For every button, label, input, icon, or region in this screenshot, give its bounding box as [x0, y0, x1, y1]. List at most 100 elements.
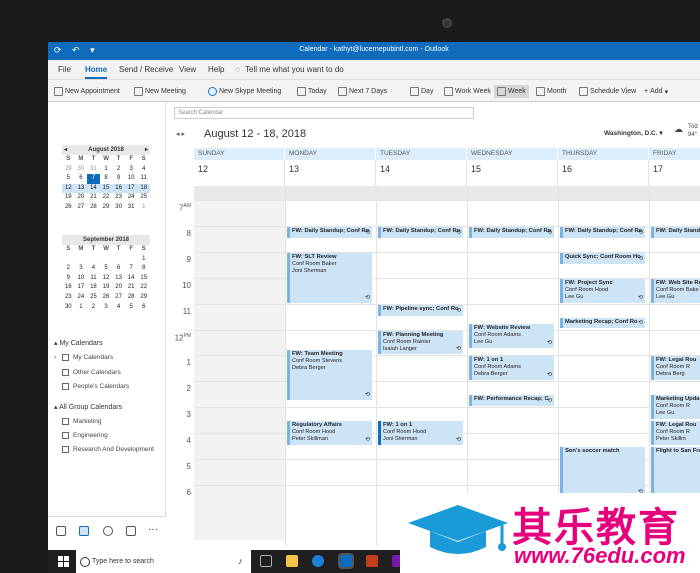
- mini-calendar-day[interactable]: 1: [137, 203, 150, 213]
- my-calendars-header[interactable]: ▴ My Calendars: [54, 339, 103, 347]
- prev-month-icon[interactable]: ◂: [62, 145, 67, 155]
- group-calendars-header[interactable]: ▴ All Group Calendars: [54, 403, 122, 411]
- day-header[interactable]: WEDNESDAY: [467, 148, 558, 160]
- mini-calendar-day[interactable]: 17: [75, 283, 88, 293]
- group-checkbox-rnd[interactable]: Research And Development: [62, 446, 154, 453]
- windows-start-icon[interactable]: [58, 556, 69, 567]
- tasks-icon[interactable]: [126, 526, 136, 536]
- menu-home[interactable]: Home: [85, 65, 108, 79]
- mini-calendar-day[interactable]: 2: [62, 264, 75, 274]
- calendar-event[interactable]: Marketing Recap; Conf Ro ⟲: [560, 317, 645, 329]
- calendar-event[interactable]: FW: Website Review Conf Room Adams Lee Gu ⟲: [469, 324, 554, 348]
- mini-calendar-day[interactable]: 12: [62, 184, 75, 194]
- day-number[interactable]: 17: [649, 160, 700, 186]
- mini-calendar-day[interactable]: 1: [137, 255, 150, 265]
- mini-calendar-day[interactable]: 26: [100, 293, 113, 303]
- new-skype-button[interactable]: New Skype Meeting: [208, 85, 281, 98]
- calendar-event[interactable]: FW: Planning Meeting Conf Room Rainier Isa…: [378, 330, 463, 355]
- calendar-event[interactable]: FW: Daily Standup; Conf Ro⟲: [287, 226, 372, 238]
- mini-calendar-day[interactable]: 30: [112, 203, 125, 213]
- day-header[interactable]: SUNDAY: [194, 148, 285, 160]
- mini-calendar-day[interactable]: 14: [125, 274, 138, 284]
- mini-calendar-day[interactable]: 31: [87, 165, 100, 175]
- mini-calendar-day[interactable]: 5: [62, 174, 75, 184]
- mini-calendar-day[interactable]: 9: [112, 174, 125, 184]
- mini-calendar-day[interactable]: 21: [125, 283, 138, 293]
- calendar-event[interactable]: Son's soccer match ⟲: [560, 447, 645, 497]
- mini-calendar-day[interactable]: 29: [137, 293, 150, 303]
- calendar-event[interactable]: FW: Daily Standup; Conf Ro⟲: [378, 226, 463, 238]
- weather-location[interactable]: Washington, D.C. ▾: [604, 129, 663, 137]
- nav-arrows-icon[interactable]: ◂ ▸: [176, 130, 185, 138]
- mini-calendar-day[interactable]: 18: [87, 283, 100, 293]
- calendar-event[interactable]: FW: Legal RouConf Room RDebra Berg⟲: [651, 356, 700, 381]
- mini-calendar-day[interactable]: 26: [62, 203, 75, 213]
- mini-calendar-day[interactable]: 19: [62, 193, 75, 203]
- mini-calendar-day[interactable]: 20: [75, 193, 88, 203]
- mini-calendar-day[interactable]: [100, 255, 113, 265]
- calendar-event[interactable]: FW: Daily Standup; Conf Ro⟲: [560, 226, 645, 238]
- mini-calendar-day[interactable]: [125, 255, 138, 265]
- mini-calendar-day[interactable]: [75, 255, 88, 265]
- tell-me-box[interactable]: Tell me what you want to do: [245, 65, 344, 74]
- checkbox[interactable]: [62, 369, 69, 376]
- calendar-event[interactable]: FW: Project Sync Conf Room Hood Lee Gu ⟲: [560, 278, 645, 303]
- new-appointment-button[interactable]: New Appointment: [54, 85, 120, 98]
- mini-calendar-day[interactable]: 4: [112, 303, 125, 313]
- calendar-nav-icon[interactable]: [79, 526, 89, 536]
- day-number[interactable]: 14: [376, 160, 467, 186]
- today-button[interactable]: Today: [297, 85, 327, 98]
- mini-calendar-day[interactable]: 2: [87, 303, 100, 313]
- calendar-checkbox-other[interactable]: Other Calendars: [62, 369, 121, 376]
- checkbox[interactable]: [62, 446, 69, 453]
- mini-calendar-day[interactable]: 31: [125, 203, 138, 213]
- calendar-checkbox-people[interactable]: People's Calendars: [62, 383, 129, 390]
- mini-calendar-day[interactable]: 17: [125, 184, 138, 194]
- mini-calendar-day[interactable]: 10: [75, 274, 88, 284]
- mini-calendar-day[interactable]: [87, 255, 100, 265]
- mini-calendar-day[interactable]: 25: [137, 193, 150, 203]
- file-explorer-icon[interactable]: [286, 555, 298, 567]
- mini-calendar-day[interactable]: 25: [87, 293, 100, 303]
- week-view-button[interactable]: Week: [494, 85, 529, 98]
- calendar-event[interactable]: FW: Team Meeting Conf Room Stevens Debra B…: [287, 349, 372, 400]
- work-week-button[interactable]: Work Week: [444, 85, 491, 98]
- mini-calendar-day[interactable]: 3: [75, 264, 88, 274]
- mini-calendar-day[interactable]: 18: [137, 184, 150, 194]
- calendar-event[interactable]: FW: Web Site ReConf Room BakeLee Gu⟲: [651, 278, 700, 303]
- mini-calendar-day[interactable]: 12: [100, 274, 113, 284]
- mini-calendar-day[interactable]: 27: [75, 203, 88, 213]
- mini-calendar-day[interactable]: 27: [112, 293, 125, 303]
- calendar-event[interactable]: Marketing UpdaConf Room RLee Gu⟲: [651, 395, 700, 420]
- mini-calendar-day[interactable]: 4: [87, 264, 100, 274]
- mini-calendar-day[interactable]: 8: [137, 264, 150, 274]
- more-icon[interactable]: ···: [148, 524, 158, 535]
- mini-calendar-day[interactable]: 15: [137, 274, 150, 284]
- new-meeting-button[interactable]: New Meeting: [134, 85, 186, 98]
- calendar-event[interactable]: FW: Legal RouConf Room RPeter Skillm⟲: [651, 421, 700, 446]
- mail-icon[interactable]: [56, 526, 66, 536]
- search-calendar-input[interactable]: Search Calendar: [174, 107, 474, 119]
- mini-calendar-day[interactable]: 5: [125, 303, 138, 313]
- calendar-event[interactable]: FW: Daily Standup; Conf Ro⟲: [651, 226, 700, 238]
- day-view-button[interactable]: Day: [410, 85, 433, 98]
- mini-calendar-day[interactable]: 20: [112, 283, 125, 293]
- schedule-view-button[interactable]: Schedule View: [579, 85, 636, 98]
- mini-calendar-day[interactable]: 9: [62, 274, 75, 284]
- mini-calendar-day[interactable]: 23: [112, 193, 125, 203]
- group-checkbox-engineering[interactable]: Engineering: [62, 432, 108, 439]
- mini-calendar-day[interactable]: 13: [75, 184, 88, 194]
- taskbar-search[interactable]: Type here to search: [76, 550, 251, 573]
- next-7-days-button[interactable]: Next 7 Days: [338, 85, 387, 98]
- group-checkbox-marketing[interactable]: Marketing: [62, 418, 102, 425]
- mini-calendar-day[interactable]: 1: [75, 303, 88, 313]
- mini-calendar-day[interactable]: 15: [100, 184, 113, 194]
- mini-calendar-day[interactable]: 30: [75, 165, 88, 175]
- next-month-icon[interactable]: ▸: [145, 145, 150, 155]
- mini-calendar-day[interactable]: 7: [87, 174, 100, 184]
- mini-calendar-day[interactable]: 3: [125, 165, 138, 175]
- mini-calendar-day[interactable]: 21: [87, 193, 100, 203]
- day-number[interactable]: 15: [467, 160, 558, 186]
- add-button[interactable]: + Add ▾: [644, 85, 668, 98]
- menu-help[interactable]: Help: [208, 65, 224, 74]
